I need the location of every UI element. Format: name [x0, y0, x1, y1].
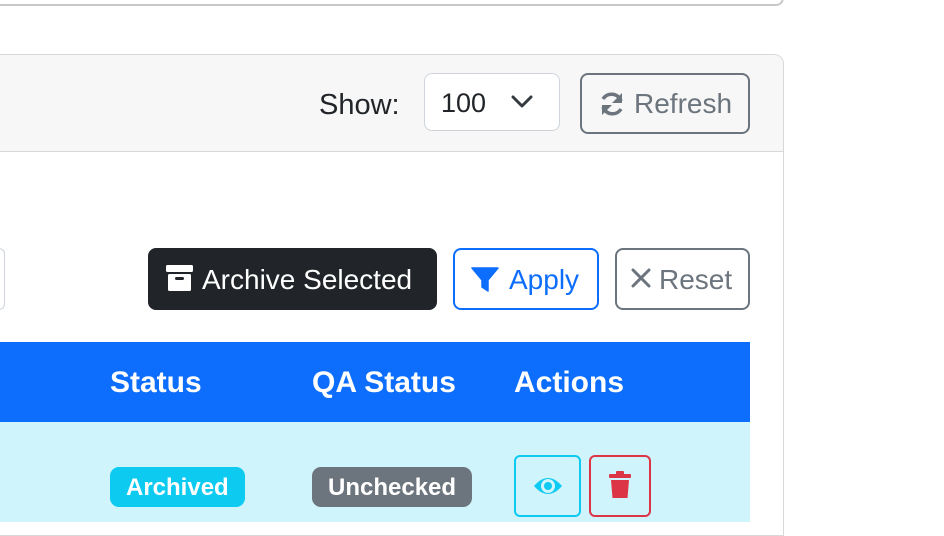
page-size-value: 100 — [441, 88, 487, 118]
archive-box-icon — [166, 265, 193, 291]
page-size-select[interactable]: 100 — [424, 73, 560, 131]
delete-button[interactable] — [589, 455, 651, 517]
apply-filter-button[interactable]: Apply — [453, 248, 599, 310]
eye-icon — [534, 478, 562, 494]
qa-status-badge: Unchecked — [312, 467, 473, 507]
filter-icon — [471, 267, 499, 292]
chevron-down-icon — [511, 95, 533, 108]
trash-icon — [609, 471, 631, 498]
archive-selected-label: Archive Selected — [202, 264, 413, 295]
top-panel-edge — [0, 0, 784, 6]
show-label: Show: — [319, 89, 400, 121]
column-header-status: Status — [110, 366, 202, 399]
card-header: Show: 100 Refresh — [0, 55, 783, 152]
archive-selected-button[interactable]: Archive Selected — [148, 248, 437, 310]
reset-filter-button[interactable]: Reset — [615, 248, 750, 310]
column-header-actions: Actions — [514, 366, 625, 399]
table-row[interactable]: Archived Unchecked — [0, 422, 750, 522]
refresh-button[interactable]: Refresh — [580, 73, 750, 134]
status-badge: Archived — [110, 467, 245, 507]
reset-label: Reset — [659, 264, 733, 295]
close-icon — [631, 268, 651, 288]
filter-input[interactable] — [0, 248, 5, 310]
apply-label: Apply — [509, 264, 580, 295]
refresh-icon — [601, 92, 623, 116]
column-header-qa-status: QA Status — [312, 366, 456, 399]
view-button[interactable] — [514, 455, 581, 517]
table-header: Status QA Status Actions — [0, 342, 750, 422]
refresh-label: Refresh — [634, 88, 733, 119]
